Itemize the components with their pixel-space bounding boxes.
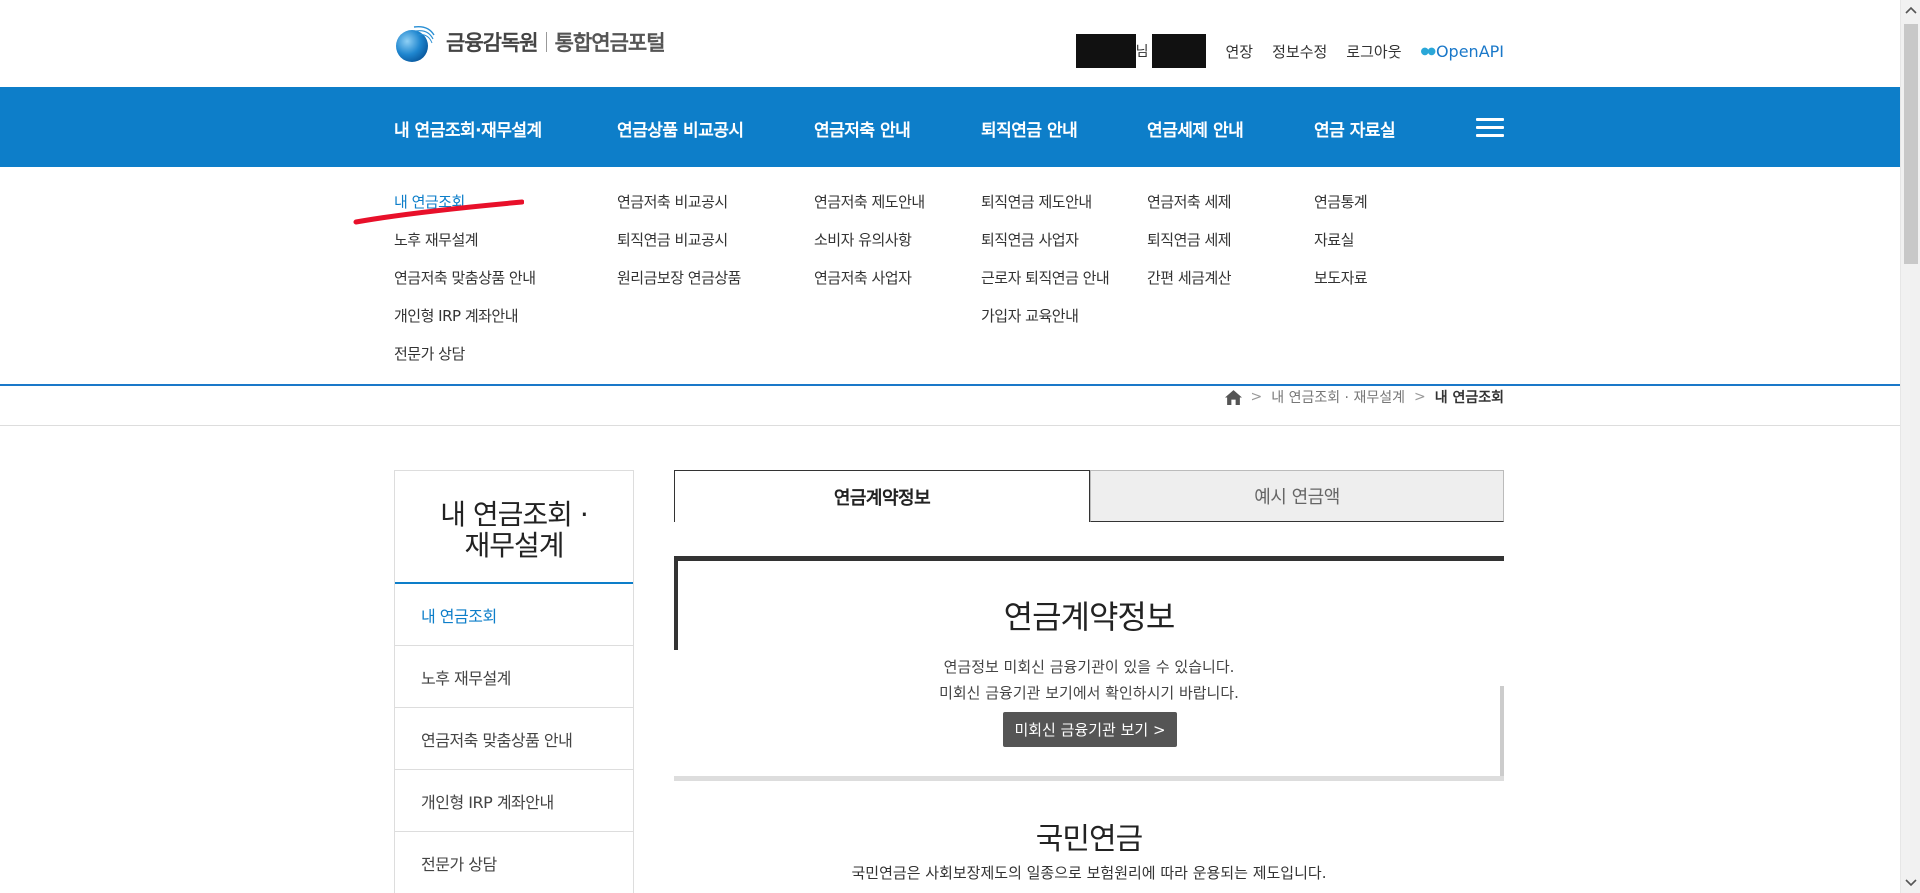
- scroll-up-arrow-icon[interactable]: [1901, 0, 1920, 20]
- mega-item-custom-products[interactable]: 연금저축 맞춤상품 안내: [394, 268, 536, 306]
- breadcrumb-separator: >: [1250, 389, 1263, 405]
- mega-item-retirement-tax[interactable]: 퇴직연금 세제: [1147, 230, 1232, 268]
- breadcrumb-current: 내 연금조회: [1434, 390, 1504, 406]
- mega-item-consumer-notice[interactable]: 소비자 유의사항: [814, 230, 925, 268]
- openapi-link[interactable]: ●● OpenAPI: [1421, 42, 1505, 61]
- mega-item-savings-providers[interactable]: 연금저축 사업자: [814, 268, 925, 306]
- mega-item-press[interactable]: 보도자료: [1314, 268, 1368, 306]
- mega-item-statistics[interactable]: 연금통계: [1314, 192, 1368, 230]
- breadcrumb: > 내 연금조회 · 재무설계 > 내 연금조회: [1224, 387, 1504, 407]
- mega-menu: 내 연금조회 노후 재무설계 연금저축 맞춤상품 안내 개인형 IRP 계좌안내…: [0, 167, 1900, 386]
- mega-item-member-education[interactable]: 가입자 교육안내: [981, 306, 1109, 344]
- mega-item-expert-consult[interactable]: 전문가 상담: [394, 344, 536, 382]
- mega-col-library: 연금통계 자료실 보도자료: [1314, 192, 1368, 306]
- site-logo[interactable]: 금융감독원 통합연금포털: [394, 21, 666, 63]
- session-extend-link[interactable]: 연장: [1225, 41, 1253, 62]
- mega-item-resources[interactable]: 자료실: [1314, 230, 1367, 268]
- breadcrumb-divider: [0, 425, 1900, 426]
- view-unresponsive-institutions-button[interactable]: 미회신 금융기관 보기 >: [1003, 712, 1177, 747]
- side-nav-title: 내 연금조회 · 재무설계: [395, 471, 633, 584]
- side-nav: 내 연금조회 · 재무설계 내 연금조회 노후 재무설계 연금저축 맞춤상품 안…: [394, 470, 634, 893]
- edit-profile-link[interactable]: 정보수정: [1272, 41, 1327, 62]
- mega-col-savings: 연금저축 제도안내 소비자 유의사항 연금저축 사업자: [814, 192, 925, 306]
- tab-sample-pension-amount[interactable]: 예시 연금액: [1090, 470, 1504, 522]
- global-nav: 내 연금조회·재무설계 연금상품 비교공시 연금저축 안내 퇴직연금 안내 연금…: [0, 87, 1900, 167]
- contract-info-desc-line1: 연금정보 미회신 금융기관이 있을 수 있습니다.: [943, 658, 1235, 676]
- portal-name: 통합연금포털: [554, 31, 666, 55]
- side-nav-item-custom-products[interactable]: 연금저축 맞춤상품 안내: [395, 708, 633, 770]
- contract-info-box: 연금계약정보 연금정보 미회신 금융기관이 있을 수 있습니다. 미회신 금융기…: [674, 556, 1504, 781]
- gnb-pension-tax[interactable]: 연금세제 안내: [1147, 116, 1244, 141]
- mega-item-savings-compare[interactable]: 연금저축 비교공시: [617, 192, 741, 230]
- side-nav-title-line1: 내 연금조회 ·: [440, 497, 589, 531]
- contract-info-desc-line2: 미회신 금융기관 보기에서 확인하시기 바랍니다.: [939, 684, 1239, 702]
- home-icon[interactable]: [1224, 389, 1242, 405]
- side-nav-item-expert-consult[interactable]: 전문가 상담: [395, 832, 633, 893]
- gnb-pension-savings[interactable]: 연금저축 안내: [814, 116, 911, 141]
- page: 금융감독원 통합연금포털 님 연장 정보수정 로그아웃 ●● OpenAPI 내…: [0, 0, 1900, 893]
- mega-item-retirement-providers[interactable]: 퇴직연금 사업자: [981, 230, 1109, 268]
- mega-item-guaranteed-products[interactable]: 원리금보장 연금상품: [617, 268, 741, 306]
- fss-globe-icon: [396, 25, 435, 62]
- logo-divider: [545, 32, 547, 52]
- mega-item-financial-planning[interactable]: 노후 재무설계: [394, 230, 536, 268]
- mega-item-irp-account[interactable]: 개인형 IRP 계좌안내: [394, 306, 536, 344]
- scrollbar-thumb[interactable]: [1904, 24, 1918, 264]
- gnb-pension-library[interactable]: 연금 자료실: [1314, 116, 1396, 141]
- side-nav-title-line2: 재무설계: [464, 528, 564, 562]
- menu-hamburger-icon[interactable]: [1476, 118, 1504, 138]
- gnb-retirement-pension[interactable]: 퇴직연금 안내: [981, 116, 1078, 141]
- side-nav-item-my-pension[interactable]: 내 연금조회: [395, 584, 633, 646]
- side-nav-item-financial-planning[interactable]: 노후 재무설계: [395, 646, 633, 708]
- user-name-redacted: [1075, 34, 1136, 68]
- mega-item-savings-tax[interactable]: 연금저축 세제: [1147, 192, 1232, 230]
- top-header: 금융감독원 통합연금포털 님 연장 정보수정 로그아웃 ●● OpenAPI: [0, 0, 1900, 87]
- tab-contract-info[interactable]: 연금계약정보: [674, 470, 1090, 522]
- contract-info-title: 연금계약정보: [1003, 598, 1176, 636]
- box-border-bottom: [674, 776, 1504, 781]
- logout-link[interactable]: 로그아웃: [1346, 41, 1401, 62]
- national-pension-desc: 국민연금은 사회보장제도의 일종으로 보험원리에 따라 운용되는 제도입니다.: [851, 864, 1327, 882]
- breadcrumb-parent[interactable]: 내 연금조회 · 재무설계: [1271, 387, 1405, 407]
- gnb-my-pension[interactable]: 내 연금조회·재무설계: [394, 116, 542, 141]
- breadcrumb-separator: >: [1413, 389, 1426, 405]
- gnb-product-compare[interactable]: 연금상품 비교공시: [617, 116, 744, 141]
- scroll-down-arrow-icon[interactable]: [1901, 873, 1920, 893]
- side-nav-item-irp-account[interactable]: 개인형 IRP 계좌안내: [395, 770, 633, 832]
- box-border-top: [674, 556, 1504, 561]
- mega-item-worker-retirement[interactable]: 근로자 퇴직연금 안내: [981, 268, 1110, 306]
- openapi-label: OpenAPI: [1435, 41, 1504, 61]
- red-annotation-stroke: [353, 199, 524, 225]
- national-pension-title: 국민연금: [1035, 822, 1143, 857]
- content-tabs: 연금계약정보 예시 연금액: [674, 470, 1504, 522]
- utility-menu: 님 연장 정보수정 로그아웃 ●● OpenAPI: [1075, 34, 1505, 68]
- mega-col-retirement: 퇴직연금 제도안내 퇴직연금 사업자 근로자 퇴직연금 안내 가입자 교육안내: [981, 192, 1110, 344]
- mega-item-savings-system[interactable]: 연금저축 제도안내: [814, 192, 925, 230]
- user-suffix: 님: [1135, 44, 1149, 60]
- openapi-dots-icon: ●●: [1420, 45, 1437, 57]
- mega-col-tax: 연금저축 세제 퇴직연금 세제 간편 세금계산: [1147, 192, 1232, 306]
- org-name: 금융감독원: [446, 31, 539, 55]
- mega-item-tax-calculator[interactable]: 간편 세금계산: [1147, 268, 1232, 306]
- mega-item-retirement-system[interactable]: 퇴직연금 제도안내: [981, 192, 1109, 230]
- vertical-scrollbar[interactable]: [1900, 0, 1920, 893]
- mega-col-compare: 연금저축 비교공시 퇴직연금 비교공시 원리금보장 연금상품: [617, 192, 741, 306]
- mega-item-retirement-compare[interactable]: 퇴직연금 비교공시: [617, 230, 741, 268]
- session-timer-redacted: [1152, 34, 1207, 68]
- contract-info-desc: 연금정보 미회신 금융기관이 있을 수 있습니다. 미회신 금융기관 보기에서 …: [674, 654, 1504, 706]
